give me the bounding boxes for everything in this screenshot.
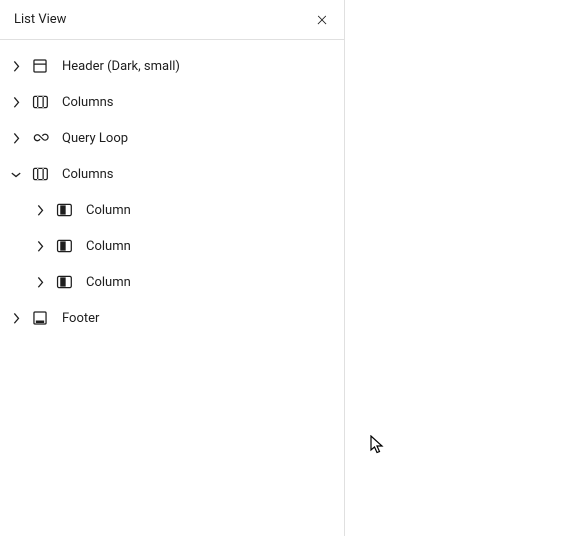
block-label: Column [86,239,131,254]
column-icon [52,198,76,222]
header-icon [28,54,52,78]
expand-toggle[interactable] [4,306,28,330]
block-label: Footer [62,311,99,326]
tree-row-column[interactable]: Column [0,192,344,228]
chevron-right-icon [30,236,50,256]
loop-icon [28,126,52,150]
expand-toggle[interactable] [4,54,28,78]
list-view-panel: List View Header (Dark, small) Columns [0,0,345,536]
panel-header: List View [0,0,344,40]
block-tree: Header (Dark, small) Columns Query Loop [0,40,344,344]
block-label: Header (Dark, small) [62,59,180,74]
chevron-right-icon [30,200,50,220]
chevron-down-icon [6,164,26,184]
close-icon [315,13,329,27]
tree-row-columns[interactable]: Columns [0,156,344,192]
chevron-right-icon [6,308,26,328]
chevron-right-icon [30,272,50,292]
block-label: Columns [62,95,114,110]
tree-row-footer[interactable]: Footer [0,300,344,336]
column-icon [52,270,76,294]
block-label: Query Loop [62,131,128,146]
cursor-icon [370,435,386,455]
tree-row-header[interactable]: Header (Dark, small) [0,48,344,84]
expand-toggle[interactable] [4,90,28,114]
chevron-right-icon [6,92,26,112]
expand-toggle[interactable] [28,234,52,258]
columns-icon [28,90,52,114]
collapse-toggle[interactable] [4,162,28,186]
expand-toggle[interactable] [28,270,52,294]
chevron-right-icon [6,56,26,76]
expand-toggle[interactable] [4,126,28,150]
panel-title: List View [14,12,66,27]
tree-row-column[interactable]: Column [0,264,344,300]
block-label: Columns [62,167,114,182]
column-icon [52,234,76,258]
columns-icon [28,162,52,186]
tree-row-columns[interactable]: Columns [0,84,344,120]
tree-row-query-loop[interactable]: Query Loop [0,120,344,156]
block-label: Column [86,203,131,218]
footer-icon [28,306,52,330]
chevron-right-icon [6,128,26,148]
close-button[interactable] [309,7,335,33]
expand-toggle[interactable] [28,198,52,222]
tree-row-column[interactable]: Column [0,228,344,264]
block-label: Column [86,275,131,290]
